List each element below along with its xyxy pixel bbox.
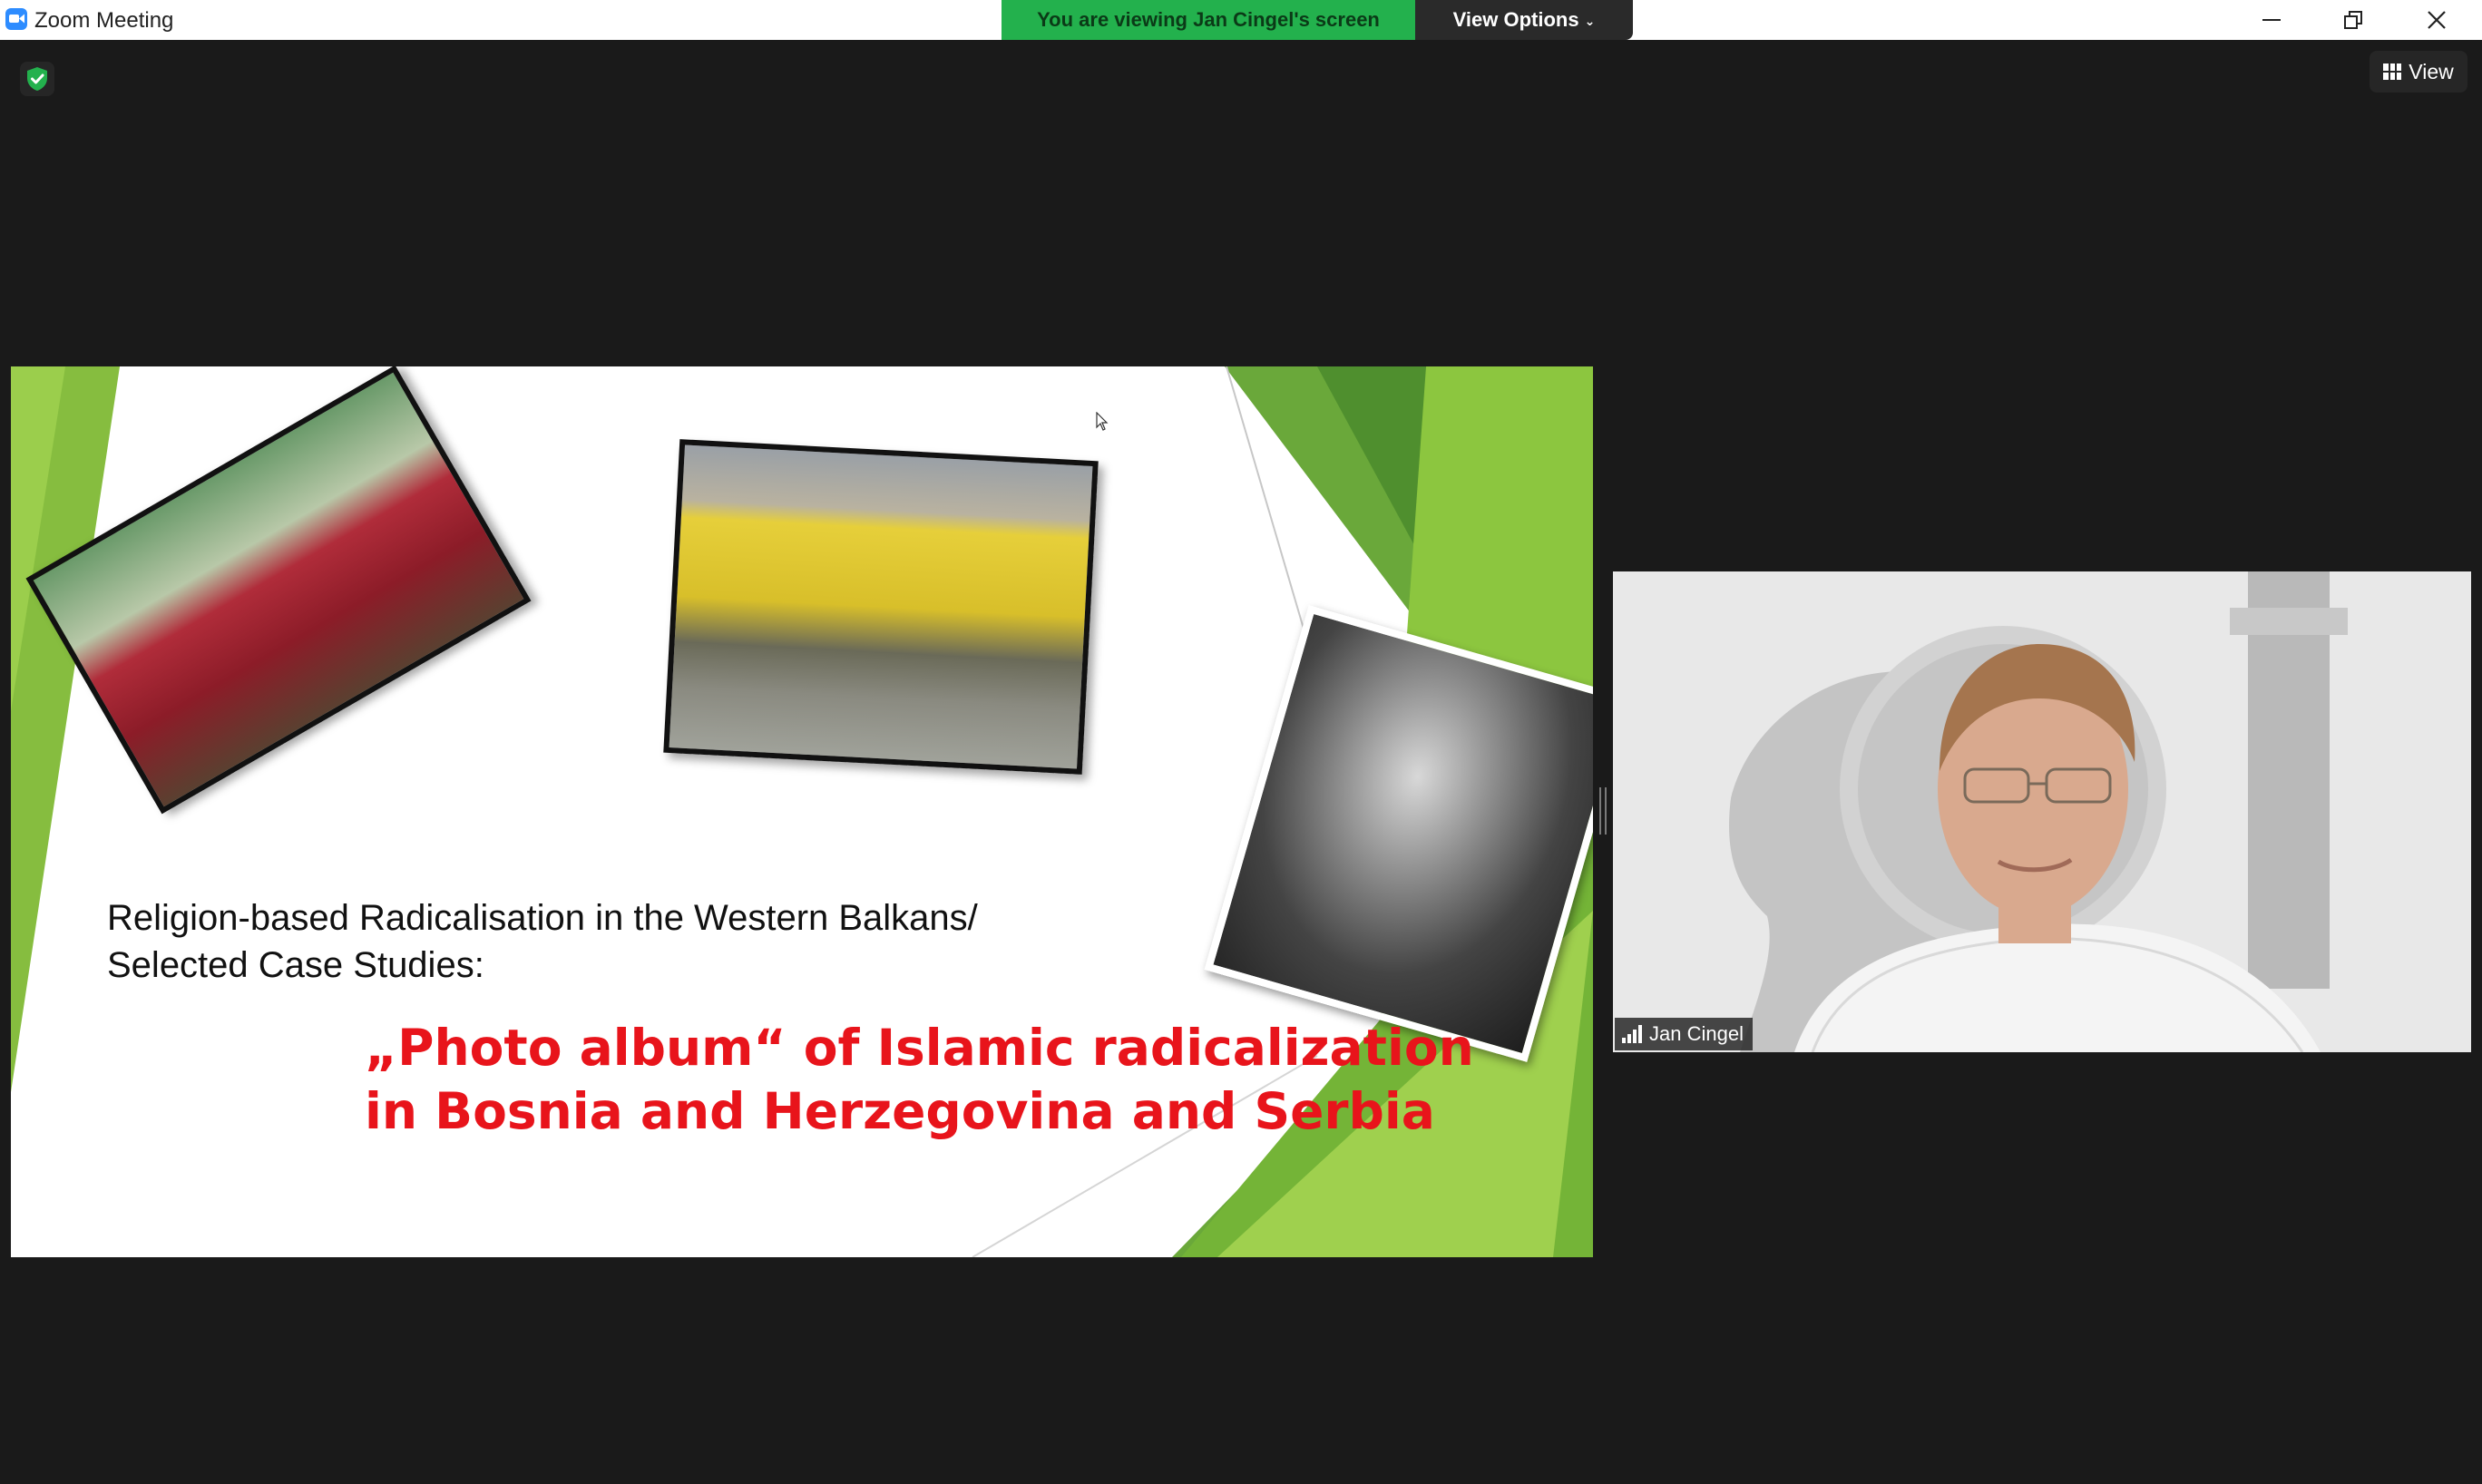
close-button[interactable] (2395, 0, 2478, 40)
meeting-security-button[interactable] (20, 62, 54, 96)
slide-subtitle-line2: in Bosnia and Herzegovina and Serbia (365, 1082, 1435, 1140)
screen-share-banner: You are viewing Jan Cingel's screen (1002, 0, 1415, 40)
restore-icon (2344, 11, 2362, 29)
slide-subtitle: „Photo album“ of Islamic radicalization … (365, 1016, 1474, 1143)
slide-title-line2: Selected Case Studies: (107, 945, 484, 985)
view-label: View (2409, 59, 2454, 83)
zoom-app-icon (5, 8, 27, 30)
shared-screen-slide: Religion-based Radicalisation in the Wes… (11, 366, 1593, 1257)
grid-view-icon (2383, 63, 2402, 80)
photo-armed-man-bus (663, 439, 1099, 775)
connection-signal-icon (1622, 1025, 1642, 1043)
slide-title-line1: Religion-based Radicalisation in the Wes… (107, 898, 978, 938)
participant-name-tag: Jan Cingel (1615, 1018, 1753, 1050)
participant-name: Jan Cingel (1649, 1022, 1744, 1045)
title-bar: Zoom Meeting You are viewing Jan Cingel'… (0, 0, 2482, 40)
minimize-button[interactable] (2230, 0, 2313, 40)
participant-video-feed (1613, 571, 2471, 1052)
minimize-icon (2262, 19, 2281, 21)
slide-subtitle-line1: „Photo album“ of Islamic radicalization (365, 1019, 1474, 1077)
window-title: Zoom Meeting (34, 8, 174, 33)
view-options-label: View Options (1452, 8, 1579, 31)
view-options-button[interactable]: View Options ⌄ (1415, 0, 1633, 40)
view-layout-button[interactable]: View (2370, 51, 2467, 93)
participant-video-tile[interactable]: Jan Cingel (1613, 571, 2471, 1052)
shield-check-icon (27, 67, 47, 91)
chevron-down-icon: ⌄ (1584, 14, 1596, 29)
close-icon (2428, 11, 2446, 29)
restore-button[interactable] (2311, 0, 2395, 40)
mouse-cursor-icon (1096, 412, 1109, 431)
slide-title: Religion-based Radicalisation in the Wes… (107, 894, 978, 989)
panel-splitter-handle[interactable] (1599, 787, 1607, 835)
